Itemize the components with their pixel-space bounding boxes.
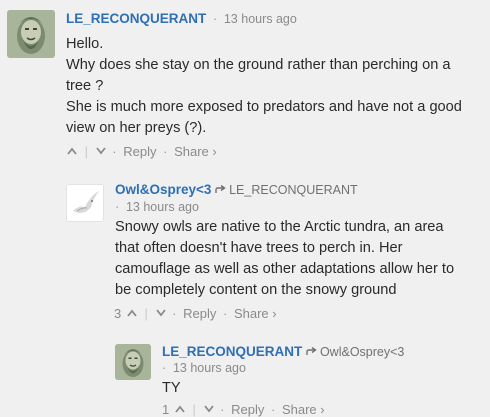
action-dot: · [270,402,276,417]
comment-meta: LE_RECONQUERANT Owl&Osprey<3 [162,344,404,359]
reply-arrow-icon [306,346,320,359]
upvote-icon[interactable] [175,404,185,416]
comment-time: · 13 hours ago [162,360,246,375]
comment-body: TY [162,378,482,399]
share-button[interactable]: Share › [282,402,325,417]
statue-avatar-icon [115,344,151,380]
reply-button[interactable]: Reply [231,402,264,417]
comment-actions: 1 | · Reply · Share › [162,401,325,417]
reply-to-name[interactable]: Owl&Osprey<3 [320,345,404,359]
upvote-count: 1 [162,402,170,417]
author-name[interactable]: LE_RECONQUERANT [162,344,302,359]
meta-dot: · [162,360,167,375]
comment-line: TY [162,380,181,396]
downvote-icon[interactable] [203,404,214,416]
avatar[interactable] [115,344,151,380]
comment-3: LE_RECONQUERANT Owl&Osprey<3 · 13 hours … [0,0,490,417]
vote-separator: | [192,402,196,417]
timestamp[interactable]: 13 hours ago [173,361,246,375]
action-dot: · [220,402,225,417]
